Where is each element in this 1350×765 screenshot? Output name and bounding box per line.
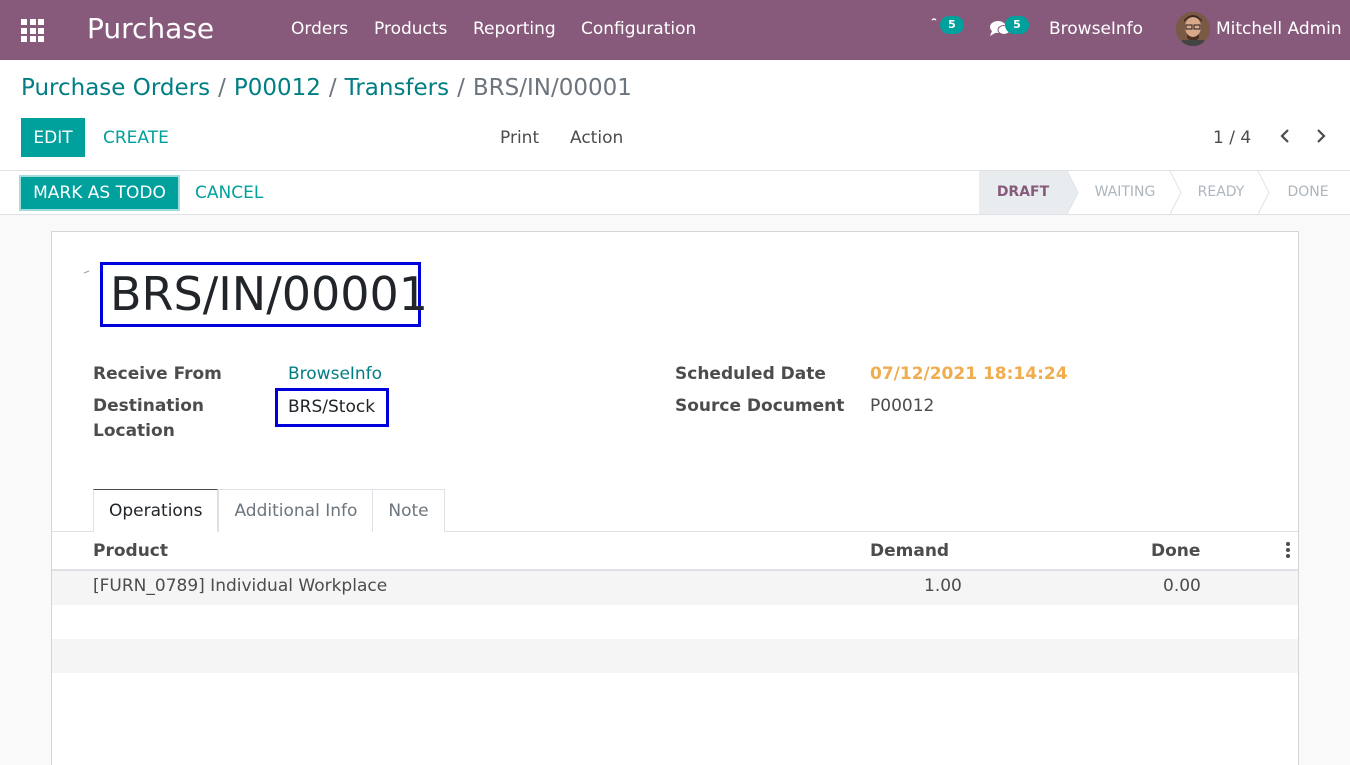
breadcrumb-purchase-orders[interactable]: Purchase Orders bbox=[21, 75, 210, 101]
stage-done[interactable]: DONE bbox=[1270, 171, 1346, 214]
table-row[interactable]: [FURN_0789] Individual Workplace 1.00 0.… bbox=[52, 571, 1298, 605]
tab-additional-info[interactable]: Additional Info bbox=[218, 489, 374, 532]
kebab-dot-icon bbox=[1286, 542, 1290, 546]
create-button[interactable]: CREATE bbox=[103, 128, 169, 148]
pager-previous-button[interactable] bbox=[1279, 126, 1291, 151]
action-dropdown[interactable]: Action bbox=[570, 128, 623, 148]
pager-next-button[interactable] bbox=[1315, 126, 1327, 151]
breadcrumb-separator: / bbox=[218, 75, 226, 101]
stage-ready[interactable]: READY bbox=[1182, 171, 1260, 214]
mark-as-todo-button[interactable]: MARK AS TODO bbox=[19, 175, 180, 211]
stage-draft[interactable]: DRAFT bbox=[979, 171, 1067, 214]
column-demand[interactable]: Demand bbox=[870, 541, 949, 561]
notebook-tabs: Operations Additional Info Note bbox=[93, 489, 445, 532]
stage-arrow-icon bbox=[1067, 171, 1079, 214]
table-empty-row bbox=[52, 605, 1298, 639]
stage-arrow-icon bbox=[1258, 171, 1270, 214]
record-title: BRS/IN/00001 bbox=[100, 262, 428, 327]
breadcrumb-order[interactable]: P00012 bbox=[234, 75, 321, 101]
messages-count-badge: 5 bbox=[1005, 16, 1029, 34]
apps-menu-icon[interactable] bbox=[21, 19, 44, 42]
row-product: [FURN_0789] Individual Workplace bbox=[93, 576, 388, 596]
row-demand: 1.00 bbox=[924, 576, 962, 596]
stage-waiting[interactable]: WAITING bbox=[1080, 171, 1170, 214]
tab-operations[interactable]: Operations bbox=[93, 489, 219, 532]
menu-orders[interactable]: Orders bbox=[291, 19, 348, 39]
destination-location-value[interactable]: BRS/Stock bbox=[275, 388, 389, 427]
source-document-label: Source Document bbox=[675, 396, 845, 416]
kebab-dot-icon bbox=[1286, 548, 1290, 552]
column-product[interactable]: Product bbox=[93, 541, 168, 561]
user-menu[interactable]: Mitchell Admin bbox=[1216, 19, 1342, 39]
app-name: Purchase bbox=[87, 12, 215, 45]
receive-from-value[interactable]: BrowseInfo bbox=[288, 362, 382, 387]
source-document-value: P00012 bbox=[870, 396, 935, 416]
user-avatar[interactable] bbox=[1176, 12, 1210, 46]
pager-value[interactable]: 1 / 4 bbox=[1213, 128, 1251, 148]
menu-products[interactable]: Products bbox=[374, 19, 447, 39]
breadcrumb-separator: / bbox=[457, 75, 465, 101]
breadcrumb-transfers[interactable]: Transfers bbox=[345, 75, 449, 101]
breadcrumb-separator: / bbox=[328, 75, 337, 101]
chevron-right-icon bbox=[1317, 129, 1326, 143]
receive-from-label: Receive From bbox=[93, 364, 222, 384]
menu-reporting[interactable]: Reporting bbox=[473, 19, 556, 39]
breadcrumb: Purchase Orders / P00012 / Transfers / BRS/IN/… bbox=[21, 75, 632, 101]
destination-location-label-line1: Destination bbox=[93, 396, 205, 416]
column-done[interactable]: Done bbox=[1151, 541, 1200, 561]
tab-note[interactable]: Note bbox=[373, 489, 445, 532]
edit-button[interactable]: EDIT bbox=[21, 118, 85, 157]
status-bar: MARK AS TODO CANCEL DRAFT WAITING READY … bbox=[0, 171, 1350, 215]
operations-table-header: Product Demand Done bbox=[52, 532, 1298, 571]
cancel-button[interactable]: CANCEL bbox=[195, 183, 263, 203]
messages-button[interactable]: 5 bbox=[989, 16, 1029, 42]
table-empty-row bbox=[52, 639, 1298, 673]
priority-mark bbox=[83, 266, 90, 277]
activity-count-badge: 5 bbox=[940, 16, 964, 34]
row-done: 0.00 bbox=[1163, 576, 1201, 596]
activity-button[interactable]: 5 bbox=[928, 16, 964, 42]
chevron-left-icon bbox=[1280, 129, 1289, 143]
scheduled-date-label: Scheduled Date bbox=[675, 364, 826, 384]
control-panel: Purchase Orders / P00012 / Transfers / BRS/IN/… bbox=[0, 60, 1350, 171]
user-photo-icon bbox=[1176, 12, 1210, 46]
stage-arrow-icon bbox=[1170, 171, 1182, 214]
dash-icon bbox=[83, 270, 90, 274]
destination-location-label-line2: Location bbox=[93, 421, 175, 441]
company-switcher[interactable]: BrowseInfo bbox=[1049, 19, 1143, 39]
form-sheet: BRS/IN/00001 Receive From BrowseInfo Des… bbox=[51, 231, 1299, 765]
top-navbar: Purchase Orders Products Reporting Confi… bbox=[0, 0, 1350, 60]
optional-columns-toggle[interactable] bbox=[1286, 542, 1290, 560]
breadcrumb-current: BRS/IN/00001 bbox=[472, 75, 632, 101]
kebab-dot-icon bbox=[1286, 554, 1290, 558]
print-dropdown[interactable]: Print bbox=[500, 128, 539, 148]
menu-configuration[interactable]: Configuration bbox=[581, 19, 696, 39]
scheduled-date-value: 07/12/2021 18:14:24 bbox=[870, 364, 1068, 384]
